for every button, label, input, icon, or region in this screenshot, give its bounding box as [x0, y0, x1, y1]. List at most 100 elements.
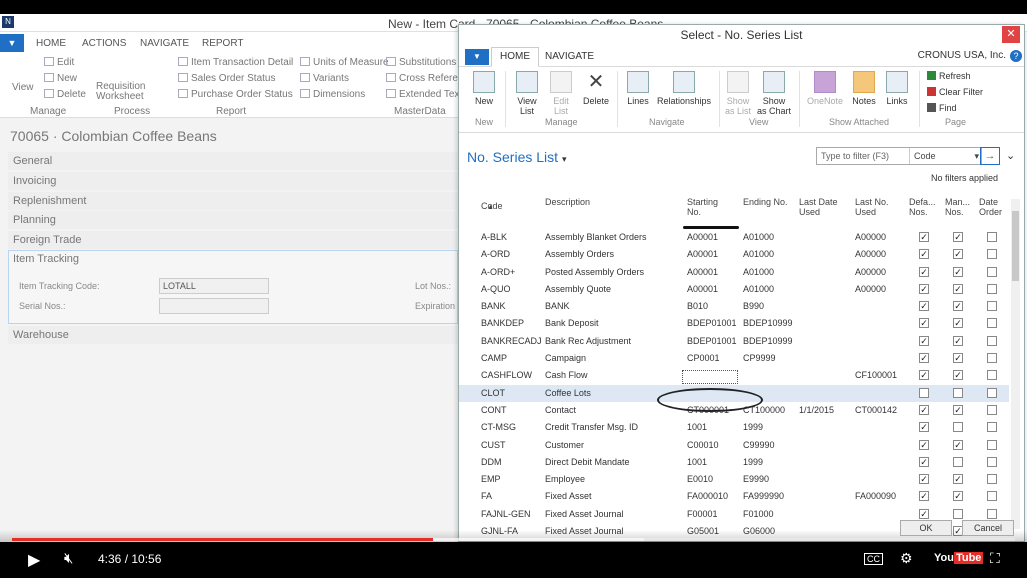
col-header-default-nos[interactable]: Defa... Nos. [909, 197, 939, 217]
dialog-menu-button[interactable]: ▼ [465, 49, 489, 65]
row-checkbox[interactable] [987, 474, 997, 485]
bg-units-of-measure[interactable]: Units of Measure [300, 57, 389, 68]
fasttab-foreign-trade[interactable]: Foreign Trade [8, 231, 458, 249]
bg-menu-button[interactable]: ▼ [0, 34, 24, 52]
fasttab-replenishment[interactable]: Replenishment [8, 192, 458, 210]
row-checkbox[interactable]: ✓ [953, 301, 963, 312]
row-checkbox[interactable]: ✓ [919, 335, 929, 346]
row-checkbox[interactable] [987, 266, 997, 277]
bg-view-button[interactable]: View [12, 82, 34, 93]
bg-sales-order-status[interactable]: Sales Order Status [178, 73, 275, 84]
item-tracking-code-field[interactable]: LOTALL [159, 278, 269, 294]
row-checkbox[interactable]: ✓ [953, 439, 963, 450]
table-row[interactable]: DDM Direct Debit Mandate 1001 1999 ✓ [459, 454, 1009, 471]
table-row[interactable]: A-ORD Assembly Orders A00001 A01000 A00000 ✓ ✓ [459, 246, 1009, 263]
table-row[interactable]: CT-MSG Credit Transfer Msg. ID 1001 1999 ✓ [459, 419, 1009, 436]
row-checkbox[interactable] [987, 387, 997, 398]
col-header-manual-nos[interactable]: Man... Nos. [945, 197, 975, 217]
fasttab-warehouse[interactable]: Warehouse [8, 326, 458, 344]
row-checkbox[interactable]: ✓ [953, 283, 963, 294]
table-row[interactable]: CUST Customer C00010 C99990 ✓ ✓ [459, 437, 1009, 454]
new-button[interactable]: New [471, 71, 497, 106]
row-checkbox[interactable]: ✓ [919, 318, 929, 329]
bg-extended-text[interactable]: Extended Text [386, 89, 462, 100]
video-progress-bar[interactable] [12, 538, 1015, 541]
row-checkbox[interactable] [987, 422, 997, 433]
row-checkbox[interactable]: ✓ [919, 283, 929, 294]
filter-input[interactable]: Type to filter (F3) [821, 151, 889, 161]
row-checkbox[interactable] [987, 283, 997, 294]
scrollbar[interactable] [1011, 199, 1020, 529]
col-header-code[interactable]: Code ▲ [481, 197, 503, 211]
bg-tab-navigate[interactable]: NAVIGATE [140, 38, 189, 49]
row-checkbox[interactable] [953, 387, 963, 398]
starting-no-edit-cell[interactable] [682, 370, 738, 384]
col-header-last-no-used[interactable]: Last No. Used [855, 197, 899, 217]
bg-tab-actions[interactable]: ACTIONS [82, 38, 126, 49]
serial-nos-field[interactable] [159, 298, 269, 314]
row-checkbox[interactable] [987, 404, 997, 415]
bg-cross-reference[interactable]: Cross Referenc [386, 73, 468, 84]
row-checkbox[interactable]: ✓ [919, 474, 929, 485]
row-checkbox[interactable]: ✓ [953, 266, 963, 277]
bg-dimensions[interactable]: Dimensions [300, 89, 365, 100]
edit-list-button[interactable]: Edit List [547, 71, 575, 116]
scrollbar-thumb[interactable] [1012, 211, 1019, 281]
row-checkbox[interactable] [987, 456, 997, 467]
filter-field-select[interactable]: Code ▾ [909, 148, 983, 164]
settings-gear-icon[interactable]: ⚙ [900, 550, 913, 567]
find-button[interactable]: Find [927, 103, 957, 113]
help-icon[interactable]: ? [1010, 50, 1022, 62]
bg-item-transaction[interactable]: Item Transaction Detail [178, 57, 293, 68]
table-row[interactable]: CAMP Campaign CP0001 CP9999 ✓ ✓ [459, 350, 1009, 367]
col-header-last-date-used[interactable]: Last Date Used [799, 197, 845, 217]
play-icon[interactable]: ▶ [28, 550, 40, 570]
row-checkbox[interactable]: ✓ [919, 249, 929, 260]
bg-requisition-button[interactable]: Requisition Worksheet [96, 82, 145, 102]
row-checkbox[interactable]: ✓ [953, 404, 963, 415]
fasttab-planning[interactable]: Planning [8, 211, 458, 229]
chevron-down-icon[interactable]: ⌄ [1006, 149, 1015, 162]
table-row[interactable]: A-QUO Assembly Quote A00001 A01000 A00000 ✓ ✓ [459, 281, 1009, 298]
row-checkbox[interactable]: ✓ [953, 335, 963, 346]
table-row[interactable]: BANK BANK B010 B990 ✓ ✓ [459, 298, 1009, 315]
row-checkbox[interactable] [987, 249, 997, 260]
row-checkbox[interactable]: ✓ [953, 318, 963, 329]
row-checkbox[interactable]: ✓ [953, 474, 963, 485]
row-checkbox[interactable] [987, 370, 997, 381]
table-row[interactable]: FA Fixed Asset FA000010 FA999990 FA000090 ✓ ✓ [459, 488, 1009, 505]
ok-button[interactable]: OK [900, 520, 952, 536]
row-checkbox[interactable]: ✓ [919, 491, 929, 502]
table-row[interactable]: A-ORD+ Posted Assembly Orders A00001 A01000… [459, 264, 1009, 281]
dialog-tab-home[interactable]: HOME [491, 47, 539, 67]
row-checkbox[interactable]: ✓ [919, 232, 929, 242]
fasttab-item-tracking[interactable]: Item Tracking [13, 253, 79, 265]
col-header-starting-no[interactable]: Starting No. [687, 197, 731, 217]
view-list-button[interactable]: View List [513, 71, 541, 116]
youtube-logo-icon[interactable]: You Tube [934, 552, 984, 564]
row-checkbox[interactable] [919, 387, 929, 398]
row-checkbox[interactable] [953, 508, 963, 519]
clear-filter-button[interactable]: Clear Filter [927, 87, 983, 97]
col-header-description[interactable]: Description [545, 197, 590, 207]
row-checkbox[interactable]: ✓ [919, 266, 929, 277]
lines-button[interactable]: Lines [623, 71, 653, 106]
bg-substitutions[interactable]: Substitutions [386, 57, 456, 68]
row-checkbox[interactable]: ✓ [919, 456, 929, 467]
row-checkbox[interactable]: ✓ [919, 301, 929, 312]
row-checkbox[interactable]: ✓ [953, 353, 963, 364]
row-checkbox[interactable]: ✓ [953, 232, 963, 242]
row-checkbox[interactable]: ✓ [919, 404, 929, 415]
row-checkbox[interactable]: ✓ [919, 422, 929, 433]
row-checkbox[interactable] [987, 335, 997, 346]
row-checkbox[interactable]: ✓ [953, 491, 963, 502]
show-as-chart-button[interactable]: Show as Chart [757, 71, 791, 116]
fasttab-general[interactable]: General [8, 152, 458, 170]
row-checkbox[interactable] [987, 439, 997, 450]
onenote-button[interactable]: OneNote [805, 71, 845, 106]
bg-new-button[interactable]: New [44, 73, 77, 84]
bg-edit-button[interactable]: Edit [44, 57, 74, 68]
refresh-button[interactable]: Refresh [927, 71, 971, 81]
col-header-date-order[interactable]: Date Order [979, 197, 1009, 217]
row-checkbox[interactable] [987, 232, 997, 242]
